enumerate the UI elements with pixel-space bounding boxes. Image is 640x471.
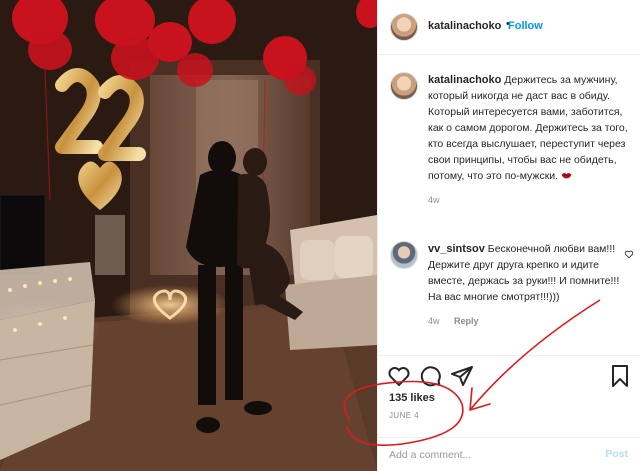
comment-item: vv_sintsov Бесконечной любви вам!!! Держ… — [390, 241, 634, 329]
commenter-avatar[interactable] — [390, 241, 418, 269]
heart-outline-icon[interactable] — [387, 364, 411, 388]
caption: katalinachoko Держитесь за мужчину, кото… — [390, 72, 634, 208]
caption-time[interactable]: 4w — [428, 195, 440, 205]
photo-scene — [0, 0, 377, 471]
author-avatar[interactable] — [390, 13, 418, 41]
caption-meta: 4w — [428, 192, 634, 208]
commenter-username[interactable]: vv_sintsov — [428, 243, 485, 255]
add-comment-input[interactable] — [389, 446, 589, 464]
comment-meta: 4w Reply — [428, 313, 634, 329]
caption-text: Держитесь за мужчину, который никогда не… — [428, 74, 628, 182]
comment-body: vv_sintsov Бесконечной любви вам!!! Держ… — [428, 241, 634, 305]
caption-avatar[interactable] — [390, 72, 418, 100]
post-sidebar: katalinachoko • Follow katalinachoko Дер… — [377, 0, 640, 471]
caption-username[interactable]: katalinachoko — [428, 74, 501, 86]
comment-time[interactable]: 4w — [428, 316, 440, 326]
likes-count[interactable]: 135 likes — [389, 392, 435, 404]
caption-body: katalinachoko Держитесь за мужчину, кото… — [428, 72, 634, 184]
bookmark-icon[interactable] — [608, 364, 632, 388]
comment-bubble-icon[interactable] — [418, 364, 442, 388]
post-date[interactable]: JUNE 4 — [389, 411, 419, 420]
comment-like-icon[interactable] — [624, 249, 634, 259]
author-username[interactable]: katalinachoko — [428, 20, 501, 32]
follow-button[interactable]: Follow — [508, 20, 543, 32]
add-comment-bar: Post — [378, 437, 640, 471]
reply-button[interactable]: Reply — [454, 316, 479, 326]
post-header: katalinachoko • Follow — [378, 0, 640, 55]
action-bar — [378, 355, 640, 395]
lips-icon — [561, 173, 572, 179]
paper-plane-icon[interactable] — [450, 364, 474, 388]
post-photo — [0, 0, 377, 471]
post-comment-button[interactable]: Post — [605, 448, 628, 460]
